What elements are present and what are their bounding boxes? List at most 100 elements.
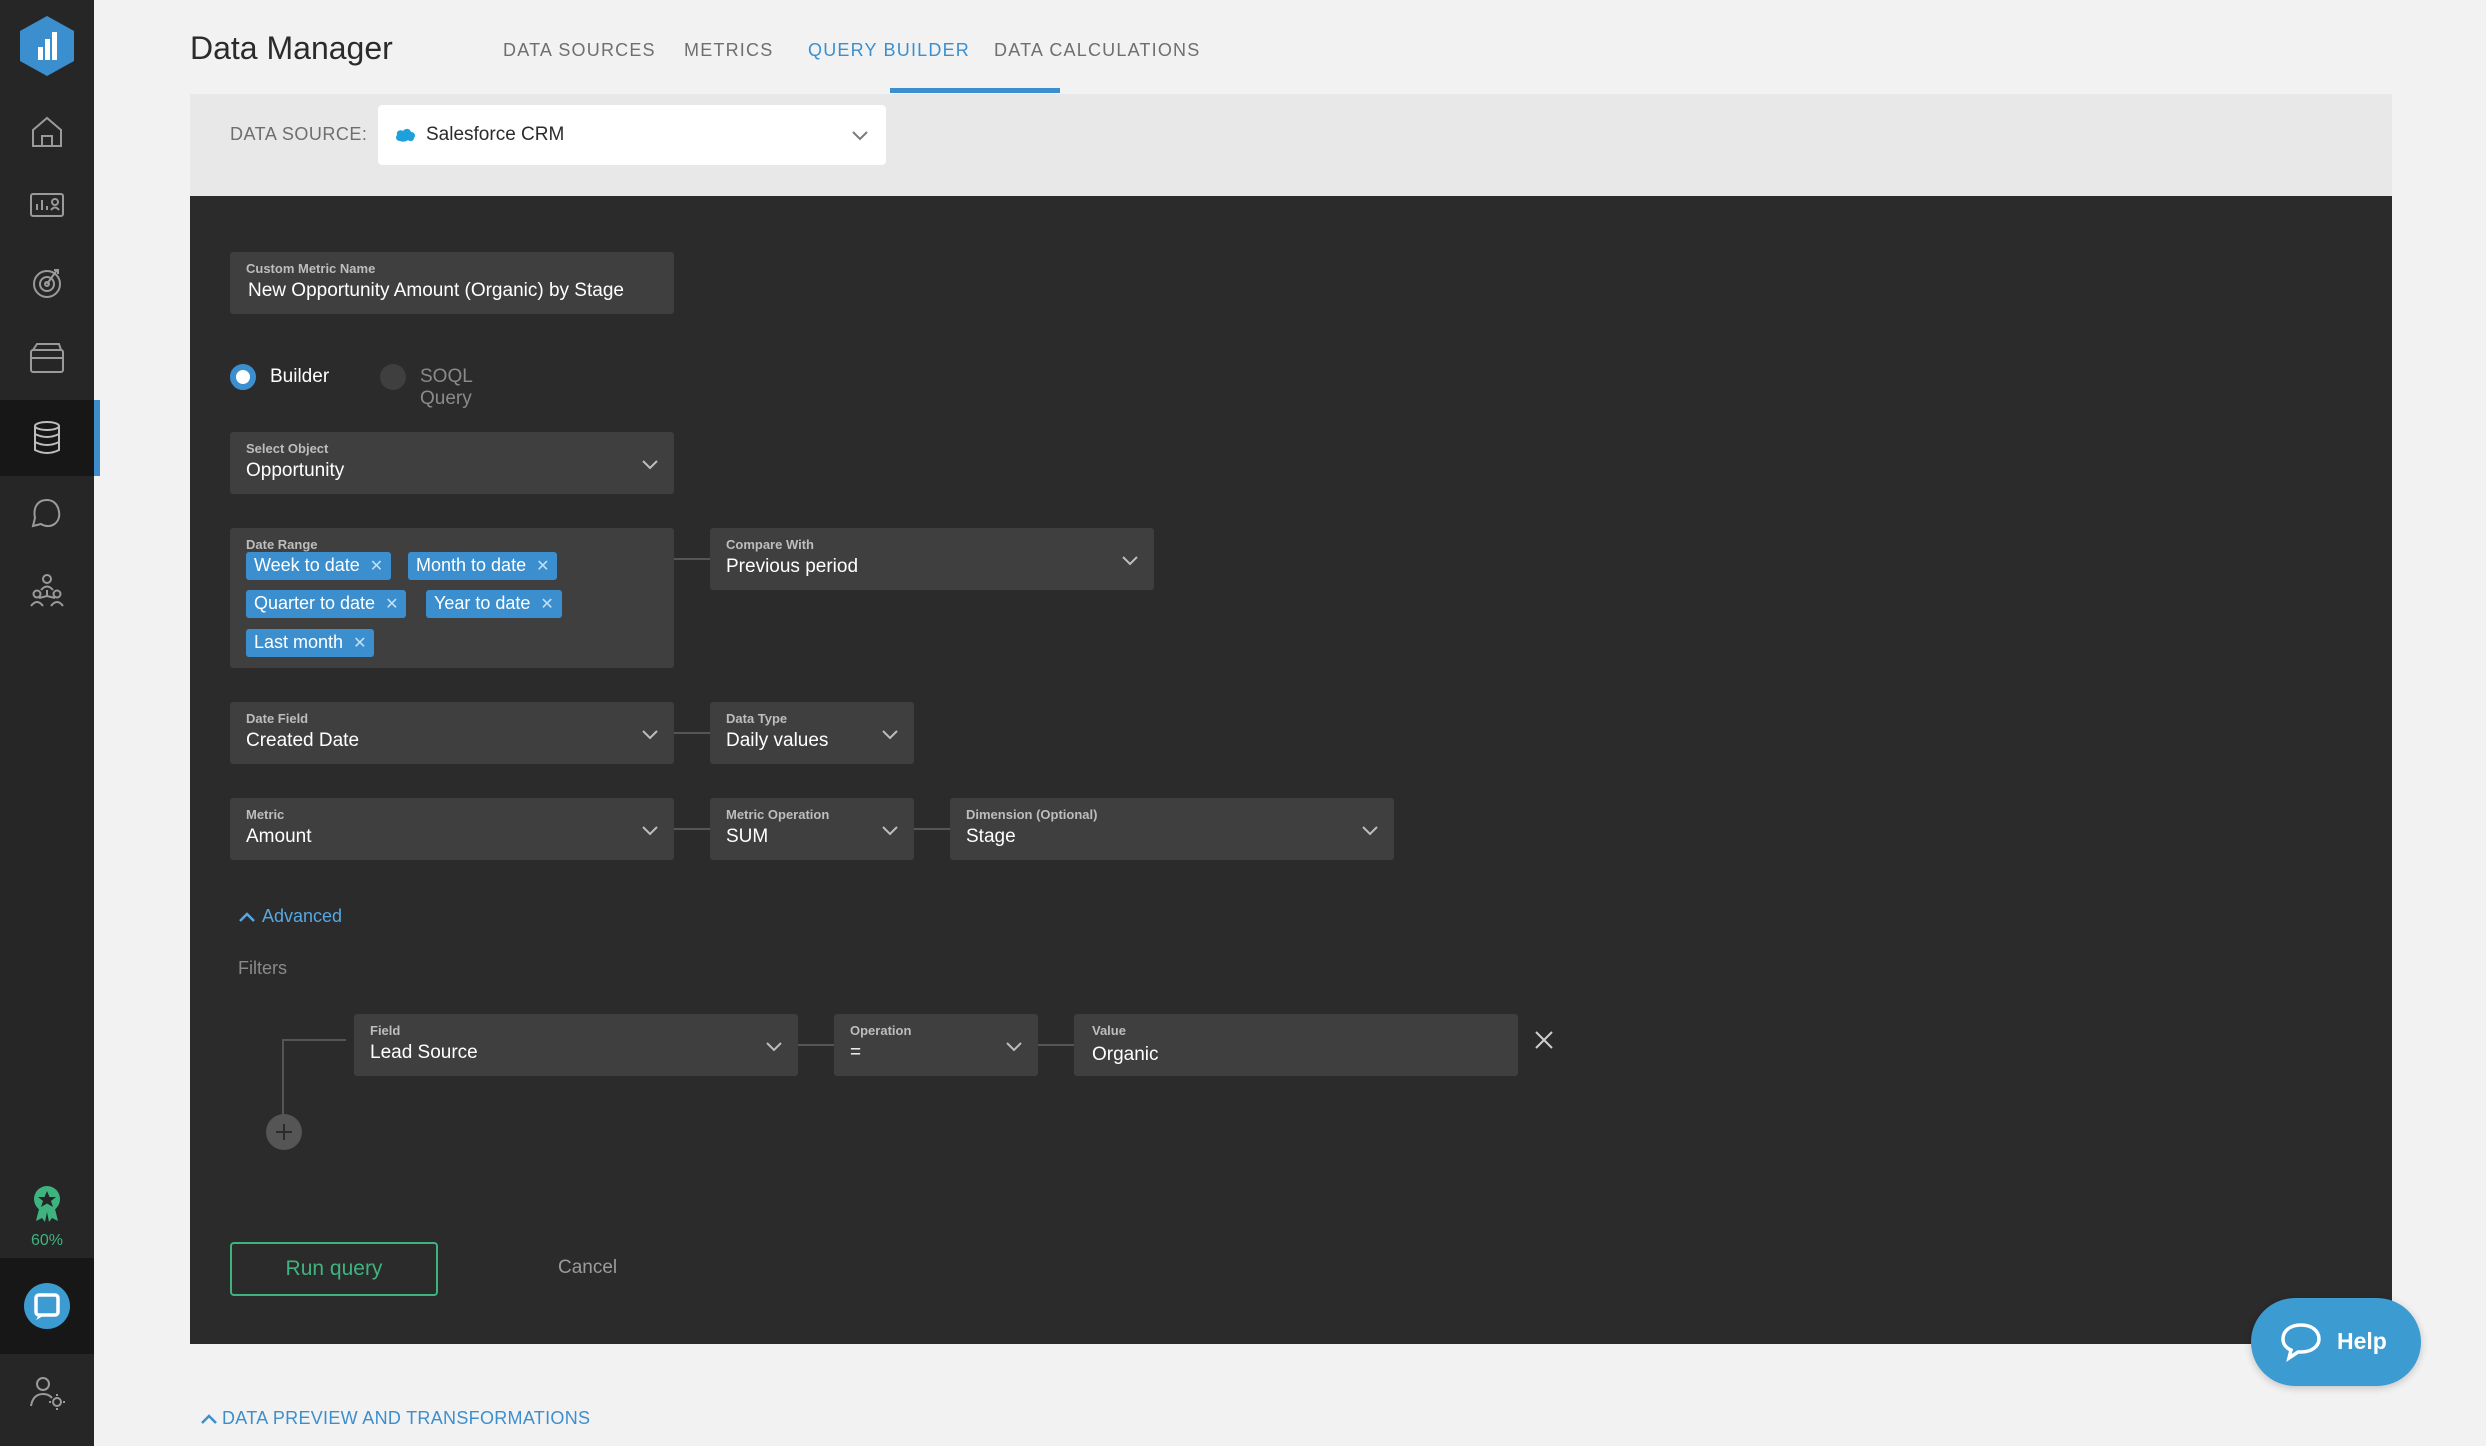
- chip-remove-icon[interactable]: ✕: [536, 558, 549, 575]
- header: Data Manager DATA SOURCES METRICS QUERY …: [94, 0, 2486, 94]
- connector-line: [674, 828, 710, 830]
- filter-value-input[interactable]: Value Organic: [1074, 1014, 1518, 1076]
- dashboard-icon[interactable]: [0, 168, 94, 244]
- user-settings-icon[interactable]: [0, 1372, 94, 1412]
- select-object-dropdown[interactable]: Select Object Opportunity: [230, 432, 674, 494]
- tab-metrics[interactable]: METRICS: [684, 40, 773, 61]
- compare-with-dropdown[interactable]: Compare With Previous period: [710, 528, 1154, 590]
- help-button[interactable]: Help: [2251, 1298, 2421, 1386]
- dimension-value: Stage: [966, 826, 1016, 847]
- page-title: Data Manager: [190, 30, 393, 66]
- date-range-chip[interactable]: Last month ✕: [246, 629, 375, 657]
- date-range-chip[interactable]: Month to date ✕: [408, 552, 558, 580]
- data-preview-toggle[interactable]: DATA PREVIEW AND TRANSFORMATIONS: [200, 1408, 590, 1429]
- chip-remove-icon[interactable]: ✕: [385, 596, 398, 613]
- dimension-label: Dimension (Optional): [966, 807, 1098, 822]
- chevron-down-icon: [852, 131, 868, 141]
- filter-operation-dropdown[interactable]: Operation =: [834, 1014, 1038, 1076]
- connector-line: [1038, 1044, 1074, 1046]
- date-range-field[interactable]: Date Range Week to date ✕ Month to date ✕ …: [230, 528, 674, 668]
- date-field-label: Date Field: [246, 711, 309, 726]
- goals-icon[interactable]: [0, 244, 94, 320]
- select-object-label: Select Object: [246, 441, 329, 456]
- tab-data-sources[interactable]: DATA SOURCES: [503, 40, 656, 61]
- date-field-value: Created Date: [246, 730, 360, 751]
- tab-data-calculations[interactable]: DATA CALCULATIONS: [994, 40, 1200, 61]
- connector-line: [914, 828, 950, 830]
- date-range-chip[interactable]: Quarter to date ✕: [246, 590, 407, 618]
- data-type-value: Daily values: [726, 730, 829, 751]
- soql-radio-label[interactable]: SOQL Query: [420, 366, 472, 410]
- metric-dropdown[interactable]: Metric Amount: [230, 798, 674, 860]
- builder-radio[interactable]: [230, 364, 256, 390]
- salesforce-icon: [396, 128, 415, 142]
- connector-line: [798, 1044, 834, 1046]
- chevron-down-icon: [642, 826, 658, 836]
- date-range-chip[interactable]: Week to date ✕: [246, 552, 392, 580]
- support-chat-button[interactable]: [0, 1258, 94, 1354]
- chevron-down-icon: [1006, 1042, 1022, 1052]
- award-icon: [34, 1186, 60, 1222]
- plus-icon: [276, 1124, 292, 1140]
- advanced-toggle[interactable]: Advanced: [238, 906, 342, 927]
- chip-remove-icon[interactable]: ✕: [370, 558, 383, 575]
- chevron-down-icon: [642, 460, 658, 470]
- reports-icon[interactable]: [0, 320, 94, 396]
- connector-line: [674, 732, 710, 734]
- chevron-down-icon: [1362, 826, 1378, 836]
- datasource-value: Salesforce CRM: [426, 124, 565, 145]
- sidebar: 60%: [0, 0, 100, 1446]
- filter-value-text: Organic: [1092, 1044, 1159, 1065]
- filter-operation-label: Operation: [850, 1023, 912, 1038]
- help-label: Help: [2337, 1328, 2387, 1354]
- chevron-down-icon: [642, 730, 658, 740]
- chevron-down-icon: [1122, 556, 1138, 566]
- dimension-dropdown[interactable]: Dimension (Optional) Stage: [950, 798, 1394, 860]
- filter-operation-value: =: [850, 1042, 862, 1063]
- filter-field-value: Lead Source: [370, 1042, 478, 1063]
- tab-query-builder[interactable]: QUERY BUILDER: [808, 40, 970, 61]
- metric-operation-dropdown[interactable]: Metric Operation SUM: [710, 798, 914, 860]
- metric-operation-label: Metric Operation: [726, 807, 830, 822]
- date-field-dropdown[interactable]: Date Field Created Date: [230, 702, 674, 764]
- add-filter-button[interactable]: [266, 1114, 302, 1150]
- run-query-button[interactable]: Run query: [230, 1242, 438, 1296]
- connector-line: [674, 558, 710, 560]
- remove-filter-icon[interactable]: [1532, 1028, 1556, 1052]
- metric-value: Amount: [246, 826, 312, 847]
- achievement-progress[interactable]: 60%: [0, 1185, 94, 1250]
- metric-name-label: Custom Metric Name: [246, 261, 376, 276]
- builder-radio-label[interactable]: Builder: [270, 366, 329, 388]
- data-type-dropdown[interactable]: Data Type Daily values: [710, 702, 914, 764]
- date-range-label: Date Range: [246, 537, 318, 552]
- filter-field-dropdown[interactable]: Field Lead Source: [354, 1014, 798, 1076]
- home-icon[interactable]: [0, 94, 94, 170]
- datasource-label: DATA SOURCE:: [230, 124, 368, 144]
- chip-remove-icon[interactable]: ✕: [353, 635, 366, 652]
- soql-radio[interactable]: [380, 364, 406, 390]
- chat-icon: [24, 1283, 70, 1329]
- data-icon[interactable]: [0, 400, 100, 476]
- filter-field-label: Field: [370, 1023, 401, 1038]
- data-type-label: Data Type: [726, 711, 788, 726]
- chevron-up-icon: [201, 1414, 217, 1425]
- cancel-button[interactable]: Cancel: [558, 1257, 617, 1279]
- metric-name-field[interactable]: Custom Metric Name New Opportunity Amoun…: [230, 252, 674, 314]
- filter-tree-line: [282, 1039, 346, 1041]
- datasource-select[interactable]: Salesforce CRM: [378, 105, 886, 165]
- chevron-down-icon: [766, 1042, 782, 1052]
- datasource-bar: DATA SOURCE: Salesforce CRM: [190, 94, 2392, 196]
- chat-bubble-icon: [2281, 1323, 2321, 1362]
- chip-remove-icon[interactable]: ✕: [540, 596, 553, 613]
- chevron-up-icon: [239, 912, 255, 923]
- filter-value-label: Value: [1092, 1023, 1126, 1038]
- team-icon[interactable]: [0, 552, 94, 628]
- date-range-chip[interactable]: Year to date ✕: [426, 590, 562, 618]
- app-logo-icon[interactable]: [17, 14, 77, 78]
- compare-with-value: Previous period: [726, 556, 859, 577]
- alerts-icon[interactable]: [0, 476, 94, 552]
- metric-label: Metric: [246, 807, 285, 822]
- filters-label: Filters: [238, 958, 287, 978]
- metric-operation-value: SUM: [726, 826, 769, 847]
- chevron-down-icon: [882, 730, 898, 740]
